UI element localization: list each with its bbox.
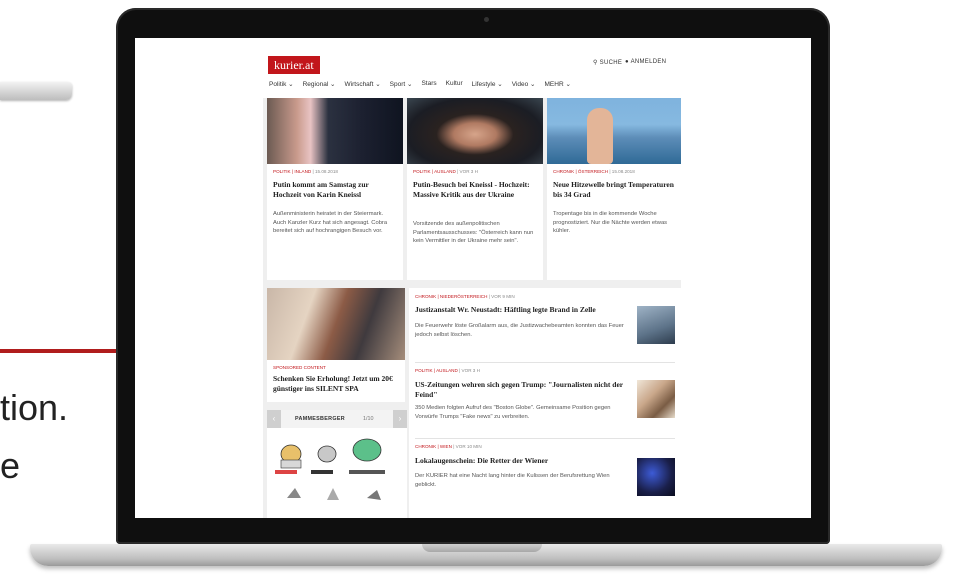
laptop-screen: kurier.at ⚲ SUCHE ● ANMELDEN Politik ⌄ R…: [135, 38, 811, 518]
main-nav: Politik ⌄ Regional ⌄ Wirtschaft ⌄ Sport …: [269, 80, 571, 88]
site-header: kurier.at ⚲ SUCHE ● ANMELDEN Politik ⌄ R…: [263, 50, 681, 98]
gallery-prev-button[interactable]: ‹: [267, 410, 281, 428]
article-image: [547, 98, 681, 164]
article-meta: CHRONIK | ÖSTERREICH | 15.08.2018: [553, 169, 635, 174]
article-list: CHRONIK | NIEDERÖSTERREICH | vor 9 min J…: [409, 288, 681, 518]
article-meta: CHRONIK | NIEDERÖSTERREICH | vor 9 min: [415, 294, 515, 299]
search-icon: ⚲: [593, 60, 600, 66]
article-thumbnail: [637, 306, 675, 344]
slide-text-line-1: tion.: [0, 387, 69, 428]
article-meta: POLITIK | AUSLAND | vor 3 h: [413, 169, 478, 174]
nav-item-sport[interactable]: Sport ⌄: [390, 80, 413, 88]
laptop-notch: [422, 544, 542, 552]
nav-item-lifestyle[interactable]: Lifestyle ⌄: [472, 80, 503, 88]
article-thumbnail: [637, 380, 675, 418]
login-button[interactable]: ● ANMELDEN: [625, 59, 666, 65]
article-teaser: Tropentage bis in die kommende Woche pro…: [553, 211, 668, 234]
sponsored-headline[interactable]: Schenken Sie Erholung! Jetzt um 20€ güns…: [273, 374, 399, 393]
article-headline[interactable]: Lokalaugenschein: Die Retter der Wiener: [415, 456, 625, 466]
nav-item-wirtschaft[interactable]: Wirtschaft ⌄: [345, 80, 381, 88]
article-thumbnail: [637, 458, 675, 496]
article-headline[interactable]: Justizanstalt Wr. Neustadt: Häftling leg…: [415, 305, 625, 315]
gallery-counter: 1/10: [363, 416, 374, 422]
sponsored-card[interactable]: SPONSORED CONTENT Schenken Sie Erholung!…: [267, 288, 405, 402]
partial-laptop-graphic: [0, 82, 72, 100]
cartoon-image[interactable]: [267, 428, 407, 518]
nav-item-kultur[interactable]: Kultur: [446, 80, 463, 88]
slide-text-line-2: e: [0, 445, 21, 486]
article-card[interactable]: POLITIK | INLAND | 15.08.2018 Putin komm…: [267, 98, 403, 280]
nav-item-video[interactable]: Video ⌄: [512, 80, 536, 88]
nav-item-regional[interactable]: Regional ⌄: [303, 80, 336, 88]
nav-item-politik[interactable]: Politik ⌄: [269, 80, 294, 88]
article-card[interactable]: CHRONIK | ÖSTERREICH | 15.08.2018 Neue H…: [547, 98, 681, 280]
article-image: [407, 98, 543, 164]
article-card[interactable]: POLITIK | AUSLAND | vor 3 h Putin-Besuch…: [407, 98, 543, 280]
site-logo[interactable]: kurier.at: [268, 56, 320, 74]
article-headline[interactable]: Neue Hitzewelle bringt Temperaturen bis …: [553, 180, 675, 199]
article-teaser: Vorsitzende des außenpolitischen Parlame…: [413, 221, 534, 244]
sponsored-label: SPONSORED CONTENT: [273, 365, 326, 370]
article-headline[interactable]: Putin kommt am Samstag zur Hochzeit von …: [273, 180, 397, 199]
kurier-website: kurier.at ⚲ SUCHE ● ANMELDEN Politik ⌄ R…: [263, 50, 681, 518]
article-teaser: 350 Medien folgten Aufruf des "Boston Gl…: [415, 405, 611, 420]
gallery-title: PAMMESBERGER: [295, 416, 345, 422]
article-teaser: Die Feuerwehr löste Großalarm aus, die J…: [415, 323, 624, 338]
camera-icon: [484, 17, 489, 22]
article-meta: POLITIK | INLAND | 15.08.2018: [273, 169, 338, 174]
article-meta: POLITIK | AUSLAND | vor 3 h: [415, 368, 480, 373]
nav-item-mehr[interactable]: MEHR ⌄: [545, 80, 571, 88]
gallery-next-button[interactable]: ›: [393, 410, 407, 428]
search-button[interactable]: ⚲ SUCHE: [593, 59, 622, 66]
article-meta: CHRONIK | WIEN | vor 10 min: [415, 444, 482, 449]
article-teaser: Der KURIER hat eine Nacht lang hinter di…: [415, 473, 610, 488]
article-image: [267, 98, 403, 164]
sponsored-image: [267, 288, 405, 360]
login-label: ANMELDEN: [630, 59, 667, 65]
article-headline[interactable]: US-Zeitungen wehren sich gegen Trump: "J…: [415, 380, 625, 399]
cartoon-gallery: ‹ PAMMESBERGER 1/10 ›: [267, 410, 407, 518]
article-teaser: Außenministerin heiratet in der Steierma…: [273, 211, 388, 234]
search-label: SUCHE: [599, 60, 623, 66]
nav-item-stars[interactable]: Stars: [421, 80, 436, 88]
article-headline[interactable]: Putin-Besuch bei Kneissl - Hochzeit: Mas…: [413, 180, 537, 199]
